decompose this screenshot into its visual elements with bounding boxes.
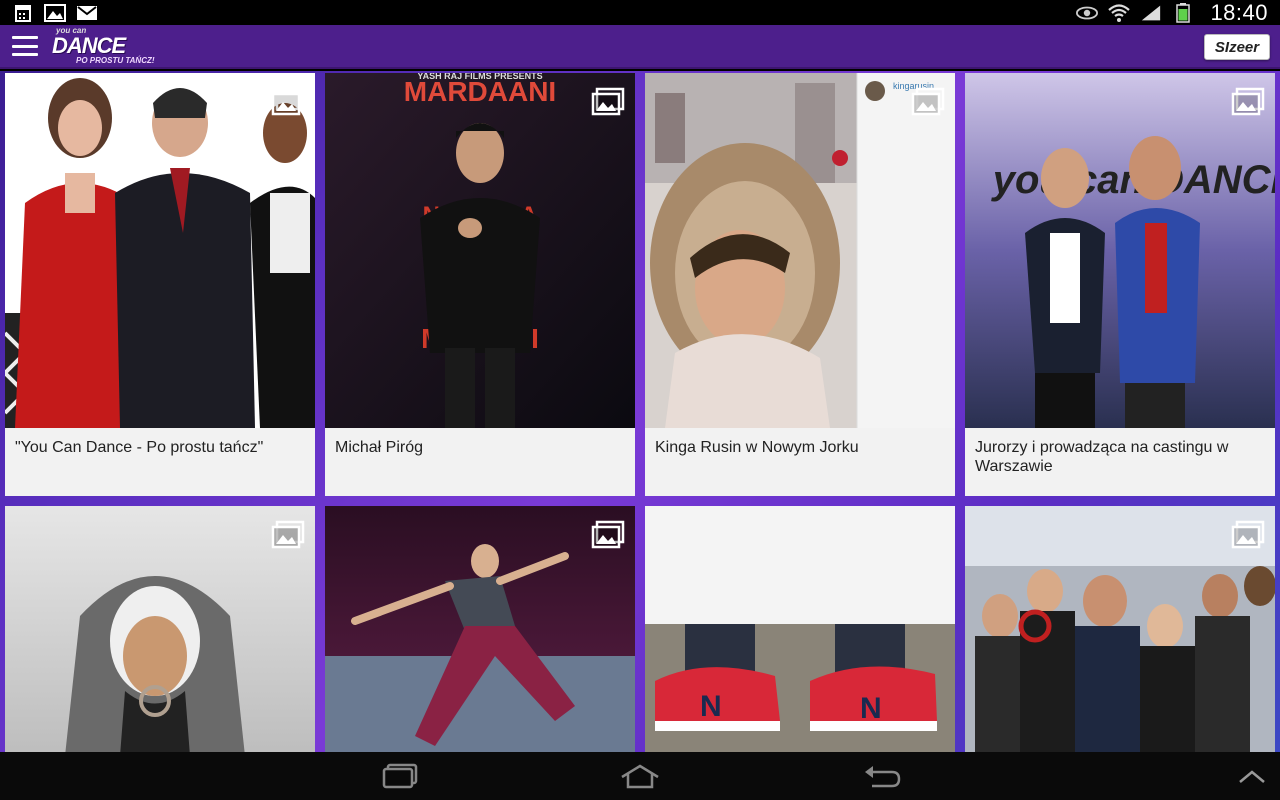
card-caption: Kinga Rusin w Nowym Jorku <box>655 439 859 456</box>
gallery-icon <box>1231 520 1265 550</box>
card-photo: you can DANCE <box>965 73 1275 428</box>
svg-text:N: N <box>860 692 882 725</box>
chevron-up-icon[interactable] <box>1230 762 1274 790</box>
app-bar: you can DANCE PO PROSTU TAŃCZ! SIzeer <box>0 25 1280 69</box>
card-photo: N N <box>645 506 955 752</box>
gallery-icon <box>1231 87 1265 117</box>
logo-line2: DANCE <box>52 33 126 58</box>
status-bar-right: 18:40 <box>1076 0 1268 26</box>
gallery-grid: "You Can Dance - Po prostu tańcz" MARDAA… <box>0 71 1280 752</box>
svg-text:N: N <box>700 690 722 723</box>
wifi-icon <box>1108 3 1131 22</box>
back-icon[interactable] <box>860 762 904 790</box>
status-bar-left <box>12 3 98 22</box>
gallery-card[interactable] <box>965 506 1275 752</box>
gallery-card[interactable]: kingarusin Kinga Rusin w Nowym Jorku <box>645 73 955 496</box>
logo-line3: PO PROSTU TAŃCZ! <box>76 56 155 65</box>
gallery-icon <box>591 520 625 550</box>
menu-icon[interactable] <box>12 36 38 56</box>
card-photo <box>5 506 315 752</box>
signal-icon <box>1140 4 1162 22</box>
photo-subtitle: YASH RAJ FILMS PRESENTS <box>417 73 542 81</box>
gallery-icon <box>271 520 305 550</box>
recent-apps-icon[interactable] <box>378 762 422 790</box>
card-photo <box>325 506 635 752</box>
eye-icon <box>1076 4 1099 22</box>
gallery-card[interactable] <box>5 506 315 752</box>
card-caption: Jurorzy i prowadząca na castingu w Warsz… <box>975 439 1229 475</box>
sponsor-logo[interactable]: SIzeer <box>1204 34 1270 60</box>
card-caption: "You Can Dance - Po prostu tańcz" <box>15 439 264 456</box>
gallery-icon <box>271 87 305 117</box>
image-icon <box>44 3 66 22</box>
card-photo <box>965 506 1275 752</box>
card-caption: Michał Piróg <box>335 439 424 456</box>
gmail-icon <box>76 4 98 22</box>
home-icon[interactable] <box>618 762 662 790</box>
calendar-icon <box>12 4 34 22</box>
gallery-card[interactable]: N N <box>645 506 955 752</box>
gallery-card[interactable]: you can DANCE Jurorzy i prowadząca na ca… <box>965 73 1275 496</box>
card-photo: MARDAANI YASH RAJ FILMS PRESENTS NIE ZON… <box>325 73 635 428</box>
navigation-bar <box>0 752 1280 800</box>
gallery-icon <box>591 87 625 117</box>
app-logo[interactable]: you can DANCE PO PROSTU TAŃCZ! <box>52 27 155 65</box>
gallery-card[interactable] <box>325 506 635 752</box>
card-photo <box>5 73 315 428</box>
card-photo: kingarusin <box>645 73 955 428</box>
gallery-card[interactable]: MARDAANI YASH RAJ FILMS PRESENTS NIE ZON… <box>325 73 635 496</box>
clock-time: 18:40 <box>1210 0 1268 25</box>
battery-icon <box>1172 2 1194 23</box>
status-bar: 18:40 <box>0 0 1280 25</box>
gallery-icon <box>911 87 945 117</box>
gallery-card[interactable]: "You Can Dance - Po prostu tańcz" <box>5 73 315 496</box>
sponsor-label: SIzeer <box>1214 38 1260 56</box>
